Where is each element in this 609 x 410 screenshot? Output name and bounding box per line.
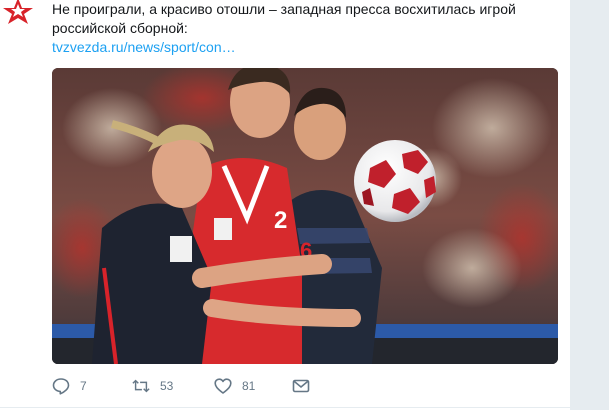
heart-icon	[214, 377, 232, 395]
divider	[0, 407, 570, 408]
retweet-button[interactable]: 53	[132, 374, 173, 398]
retweet-icon	[132, 377, 150, 395]
tweet-actions: 7 53 81	[52, 374, 552, 398]
reply-count: 7	[80, 379, 87, 393]
tweet-image[interactable]: 6 2	[52, 68, 558, 364]
avatar[interactable]	[0, 0, 38, 24]
tweet-text-line2: российской сборной:	[52, 20, 188, 36]
page-background	[570, 0, 609, 410]
retweet-count: 53	[160, 379, 174, 393]
tweet-text-line1: Не проиграли, а красиво отошли – западна…	[52, 1, 516, 17]
like-count: 81	[242, 379, 256, 393]
reply-icon	[52, 377, 70, 395]
direct-message-button[interactable]	[292, 374, 310, 398]
envelope-icon	[292, 377, 310, 395]
tweet-link[interactable]: tvzvezda.ru/news/sport/con…	[52, 38, 236, 57]
football-photo: 6 2	[52, 68, 558, 364]
svg-text:2: 2	[274, 207, 287, 234]
reply-button[interactable]: 7	[52, 374, 87, 398]
red-star-logo	[0, 0, 38, 24]
like-button[interactable]: 81	[214, 374, 255, 398]
tweet-card[interactable]: Не проиграли, а красиво отошли – западна…	[0, 0, 570, 410]
tweet-text: Не проиграли, а красиво отошли – западна…	[52, 0, 552, 38]
